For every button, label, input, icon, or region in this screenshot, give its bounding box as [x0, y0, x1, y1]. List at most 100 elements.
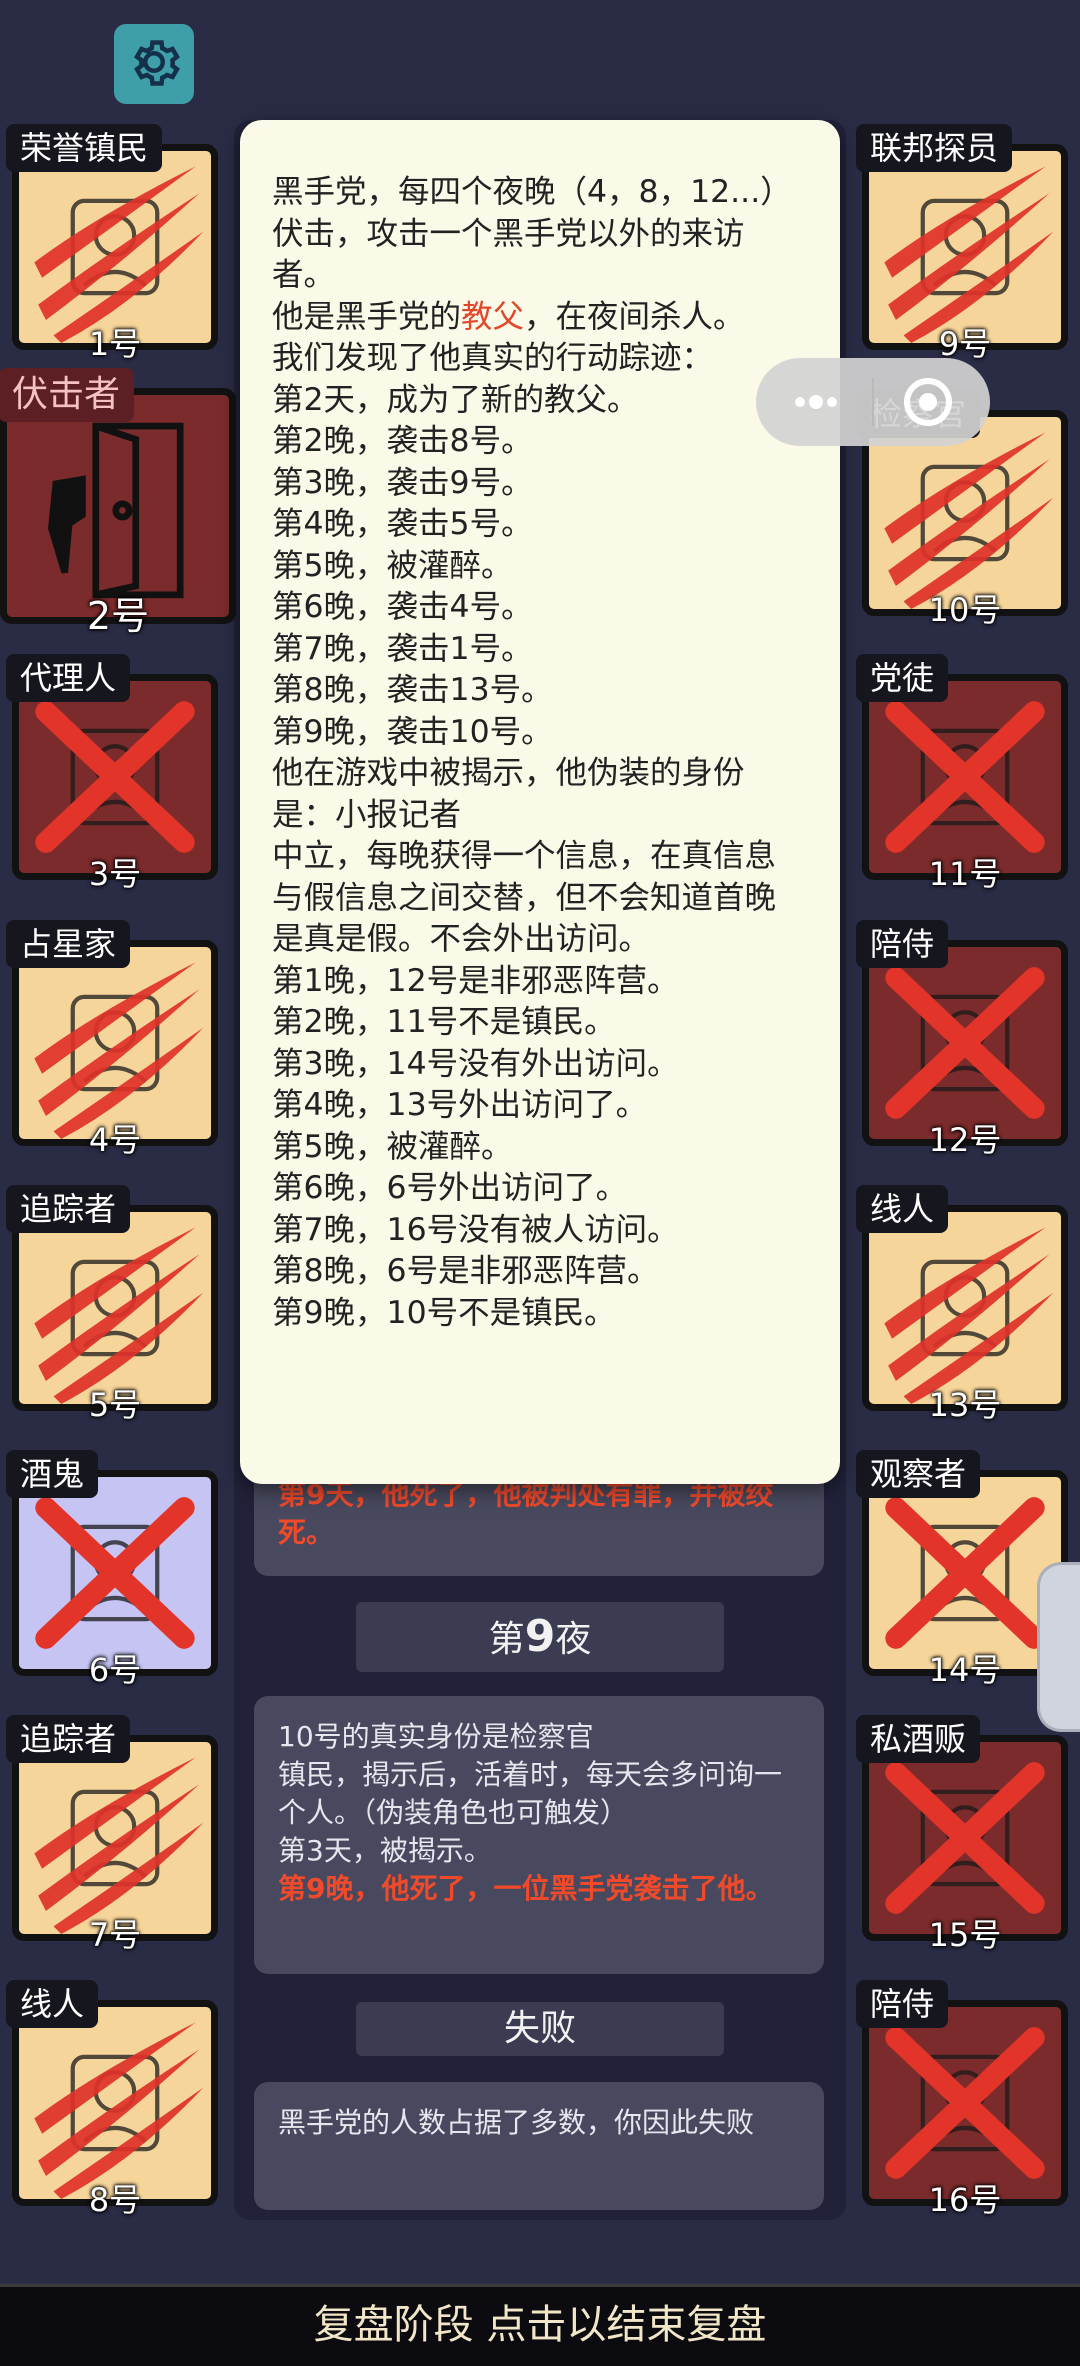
role-portrait [12, 1205, 218, 1411]
player-card-13[interactable]: 线人 13号 [856, 1185, 1068, 1424]
role-name: 观察者 [856, 1450, 981, 1498]
reveal-line: 10号的真实身份是检察官 [278, 1720, 594, 1753]
player-card-6[interactable]: 酒鬼 6号 [6, 1450, 218, 1689]
player-number: 4号 [88, 1121, 142, 1159]
role-name: 追踪者 [6, 1185, 131, 1233]
player-number: 12号 [928, 1121, 1002, 1159]
log-death-text: 第9天，他死了，他被判处有罪，并被绞死。 [278, 1478, 774, 1549]
reveal-line: 第3天，被揭示。 [278, 1834, 492, 1867]
role-portrait [862, 1205, 1068, 1411]
player-card-15[interactable]: 私酒贩 15号 [856, 1715, 1068, 1954]
log-entry-result: 黑手党的人数占据了多数，你因此失败 [254, 2082, 824, 2210]
role-portrait [12, 940, 218, 1146]
player-card-5[interactable]: 追踪者 5号 [6, 1185, 218, 1424]
player-number: 11号 [928, 855, 1002, 893]
popup-intro: 黑手党，每四个夜晚（4，8，12...）伏击，攻击一个黑手党以外的来访者。 [272, 174, 792, 293]
target-close-icon[interactable] [900, 374, 956, 434]
trace-line: 第3晚，袭击9号。 [272, 464, 533, 501]
role-portrait [862, 1735, 1068, 1941]
role-name: 私酒贩 [856, 1715, 981, 1763]
role-name: 陪侍 [856, 1980, 949, 2028]
role-name: 占星家 [6, 920, 131, 968]
trace-list: 第2天，成为了新的教父。 第2晚，袭击8号。 第3晚，袭击9号。 第4晚，袭击5号。第… [272, 380, 804, 754]
role-name: 荣誉镇民 [6, 124, 163, 172]
role-portrait [12, 674, 218, 880]
info-line: 第6晚，6号外出访问了。 [272, 1170, 628, 1206]
player-card-4[interactable]: 占星家 4号 [6, 920, 218, 1159]
info-line: 第5晚，被灌醉。 [272, 1128, 513, 1165]
player-card-16[interactable]: 陪侍 16号 [856, 1980, 1068, 2219]
player-number: 6号 [88, 1651, 142, 1689]
info-line: 第2晚，11号不是镇民。 [272, 1004, 616, 1040]
popup-disguise: 他在游戏中被揭示，他伪装的身份是：小报记者 [272, 755, 745, 833]
role-name: 代理人 [6, 654, 131, 702]
role-name: 酒鬼 [6, 1450, 99, 1498]
result-header: 失败 [356, 2002, 724, 2056]
night-header: 第9夜 [356, 1602, 724, 1672]
role-detail-popup[interactable]: 黑手党，每四个夜晚（4，8，12...）伏击，攻击一个黑手党以外的来访者。 他是… [240, 120, 840, 1484]
player-number: 2号 [86, 594, 150, 638]
role-portrait [862, 940, 1068, 1146]
end-review-bar[interactable]: 复盘阶段 点击以结束复盘 [0, 2284, 1080, 2366]
trace-line: 第2晚，袭击8号。 [272, 423, 533, 459]
player-number: 10号 [928, 591, 1002, 629]
trace-line: 第8晚，袭击13号。 [272, 672, 553, 708]
popup-disguise-desc: 中立，每晚获得一个信息，在真信息与假信息之间交替，但不会知道首晚是真是假。不会外… [272, 838, 777, 957]
trace-line: 第2天，成为了新的教父。 [272, 381, 639, 418]
trace-line: 第4晚，袭击5号。 [272, 506, 533, 542]
popup-godfather: 他是黑手党的教父，在夜间杀人。 [272, 298, 745, 335]
player-number: 5号 [88, 1386, 142, 1424]
player-number: 8号 [88, 2181, 142, 2219]
info-line: 第9晚，10号不是镇民。 [272, 1294, 616, 1331]
info-list: 第1晚，12号是非邪恶阵营。 第2晚，11号不是镇民。第3晚，14号没有外出访问。… [272, 961, 804, 1335]
role-name: 伏击者 [0, 368, 135, 422]
settings-button[interactable] [114, 24, 194, 104]
more-dots-icon[interactable] [786, 382, 846, 426]
reveal-line: 镇民，揭示后，活着时，每天会多问询一个人。（伪装角色也可触发） [278, 1758, 783, 1829]
role-name: 线人 [856, 1185, 949, 1233]
player-card-11[interactable]: 党徒 11号 [856, 654, 1068, 893]
role-portrait [12, 1735, 218, 1941]
miniprogram-capsule [756, 358, 990, 446]
player-card-3[interactable]: 代理人 3号 [6, 654, 218, 893]
info-line: 第3晚，14号没有外出访问。 [272, 1045, 679, 1082]
role-name: 线人 [6, 1980, 99, 2028]
player-card-9[interactable]: 联邦探员 9号 [856, 124, 1068, 363]
player-number: 1号 [88, 325, 142, 363]
info-line: 第1晚，12号是非邪恶阵营。 [272, 962, 679, 999]
result-text: 黑手党的人数占据了多数，你因此失败 [278, 2106, 755, 2139]
gear-icon [124, 32, 184, 96]
role-portrait [862, 674, 1068, 880]
role-name: 陪侍 [856, 920, 949, 968]
role-portrait [12, 1470, 218, 1676]
trace-line: 第9晚，袭击10号。 [272, 713, 553, 750]
player-number: 15号 [928, 1916, 1002, 1954]
trace-line: 第6晚，袭击4号。 [272, 589, 533, 625]
log-entry-reveal: 10号的真实身份是检察官 镇民，揭示后，活着时，每天会多问询一个人。（伪装角色也… [254, 1696, 824, 1974]
role-name: 党徒 [856, 654, 949, 702]
info-line: 第8晚，6号是非邪恶阵营。 [272, 1253, 659, 1289]
role-portrait [0, 388, 236, 624]
role-name: 追踪者 [6, 1715, 131, 1763]
info-line: 第7晚，16号没有被人访问。 [272, 1211, 679, 1248]
player-card-12[interactable]: 陪侍 12号 [856, 920, 1068, 1159]
popup-trace-intro: 我们发现了他真实的行动踪迹： [272, 340, 714, 376]
player-card-7[interactable]: 追踪者 7号 [6, 1715, 218, 1954]
role-name: 联邦探员 [856, 124, 1013, 172]
player-card-8[interactable]: 线人 8号 [6, 1980, 218, 2219]
player-number: 16号 [928, 2181, 1002, 2219]
player-number: 13号 [928, 1386, 1002, 1424]
godfather-highlight: 教父 [461, 298, 525, 335]
side-float-tab[interactable] [1037, 1562, 1080, 1732]
info-line: 第4晚，13号外出访问了。 [272, 1087, 648, 1123]
player-card-2[interactable]: 伏击者 2号 [0, 368, 236, 636]
player-number: 3号 [88, 855, 142, 893]
role-portrait [12, 144, 218, 350]
player-number: 7号 [88, 1916, 142, 1954]
role-portrait [862, 144, 1068, 350]
player-card-1[interactable]: 荣誉镇民 1号 [6, 124, 218, 363]
role-portrait [12, 2000, 218, 2206]
player-number: 14号 [928, 1651, 1002, 1689]
trace-line: 第5晚，被灌醉。 [272, 547, 513, 584]
reveal-death-line: 第9晚，他死了，一位黑手党袭击了他。 [278, 1872, 774, 1905]
